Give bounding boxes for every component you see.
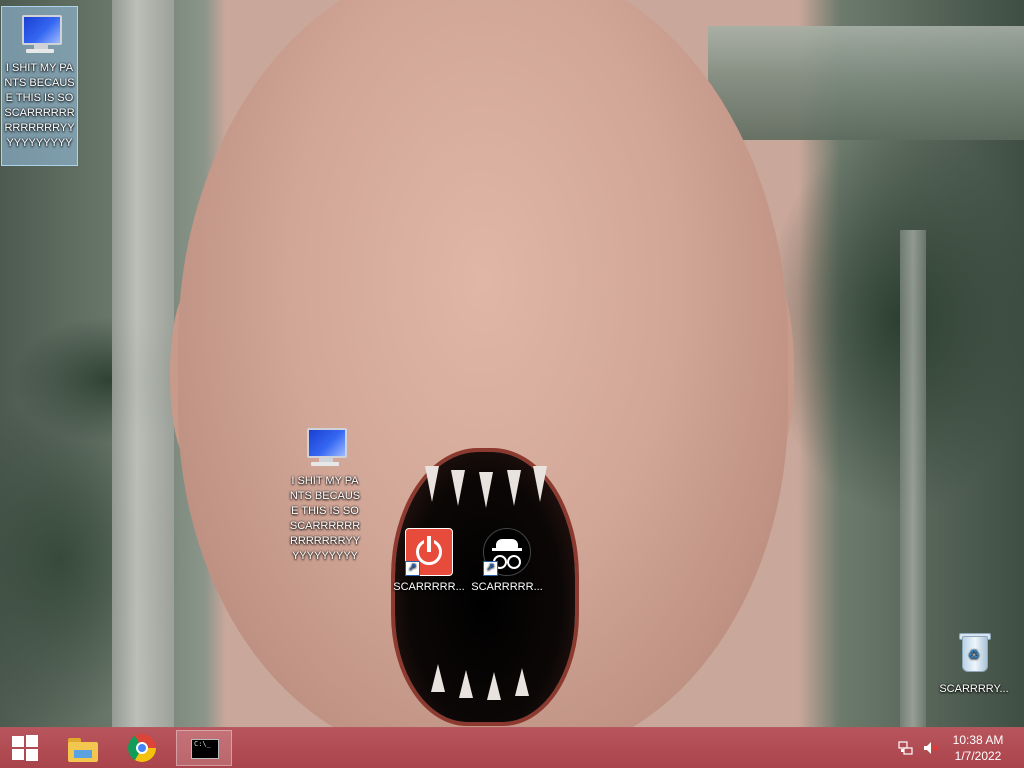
network-icon[interactable] (898, 740, 914, 756)
desktop-icon-computer-selected[interactable]: I SHIT MY PANTS BECAUSE THIS IS SO SCARR… (1, 6, 78, 166)
desktop-icon-recycle-bin[interactable]: ♻ SCARRRRY... (935, 628, 1013, 697)
tooth (431, 664, 445, 692)
desktop-wallpaper (0, 0, 1024, 728)
desktop-icon-label: I SHIT MY PANTS BECAUSE THIS IS SO SCARR… (4, 62, 75, 149)
clock-time: 10:38 AM (952, 733, 1004, 747)
taskbar: C:\_ 10:38 AM 1/7/2022 (0, 727, 1024, 768)
desktop-icon-computer[interactable]: I SHIT MY PANTS BECAUSE THIS IS SO SCARR… (286, 420, 364, 564)
desktop-icon-label: I SHIT MY PANTS BECAUSE THIS IS SO SCARR… (289, 475, 361, 562)
palm-trunk-right (900, 230, 926, 728)
desktop-icon-label: SCARRRRR... (471, 581, 543, 593)
taskbar-file-explorer-button[interactable] (54, 730, 110, 766)
shortcut-arrow-icon: ↗ (405, 561, 420, 576)
desktop-icon-incognito-shortcut[interactable]: ↗ SCARRRRR... (468, 526, 546, 595)
incognito-icon: ↗ (483, 528, 531, 576)
tooth (515, 668, 529, 696)
start-button[interactable] (0, 728, 52, 768)
chrome-icon (128, 734, 156, 762)
palm-trunk-left (112, 0, 174, 728)
tooth (533, 466, 547, 502)
tooth (425, 466, 439, 502)
taskbar-command-prompt-button[interactable]: C:\_ (176, 730, 232, 766)
power-icon: ↗ (405, 528, 453, 576)
tooth (459, 670, 473, 698)
volume-muted-icon[interactable] (922, 740, 938, 756)
clock-date: 1/7/2022 (954, 749, 1002, 763)
cmd-icon: C:\_ (191, 739, 219, 759)
desktop-icon-label: SCARRRRR... (393, 581, 465, 593)
desktop-icon-power-shortcut[interactable]: ↗ SCARRRRR... (390, 526, 468, 595)
computer-icon (301, 422, 349, 470)
wallpaper-glitch-block (708, 26, 1024, 140)
tooth (487, 672, 501, 700)
shortcut-arrow-icon: ↗ (483, 561, 498, 576)
desktop-icon-label: SCARRRRY... (939, 683, 1009, 695)
system-clock[interactable]: 10:38 AM 1/7/2022 (946, 732, 1010, 764)
computer-icon (16, 9, 64, 57)
tooth (507, 470, 521, 506)
tooth (479, 472, 493, 508)
taskbar-chrome-button[interactable] (114, 730, 170, 766)
tooth (451, 470, 465, 506)
recycle-bin-icon: ♻ (950, 630, 998, 678)
